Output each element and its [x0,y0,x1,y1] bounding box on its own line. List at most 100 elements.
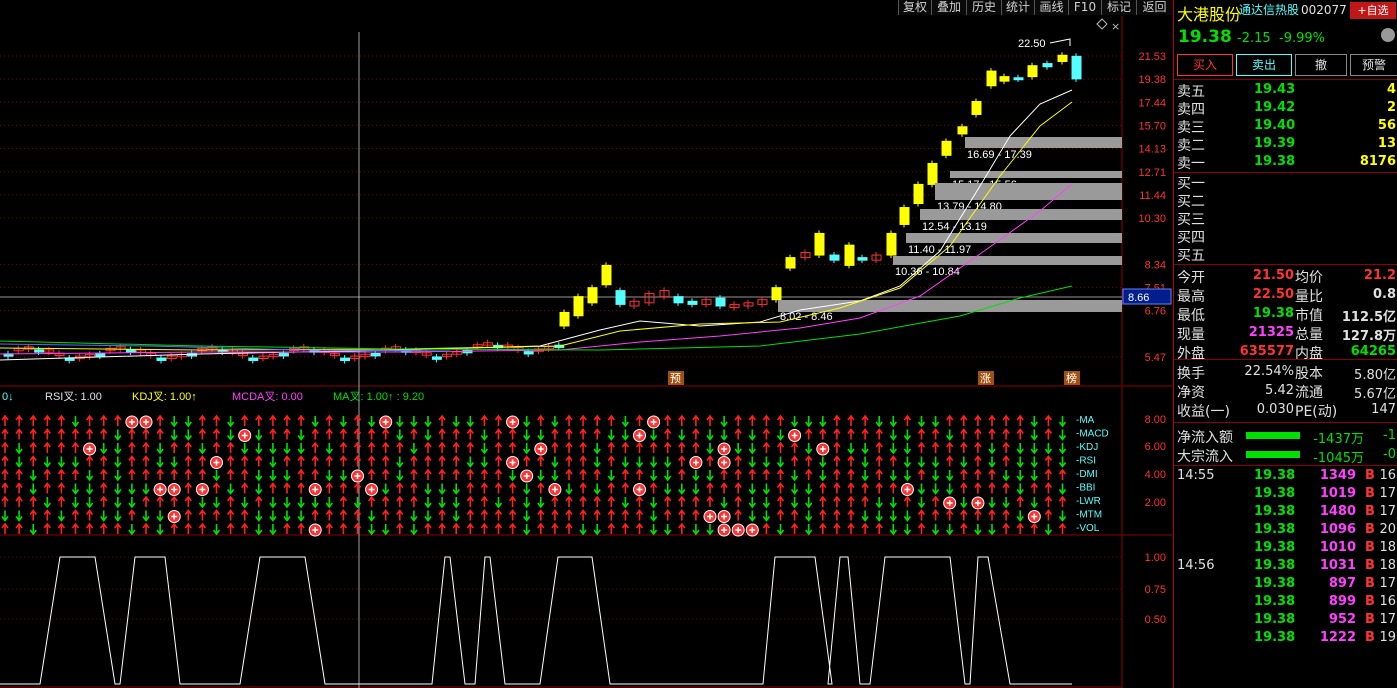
f10-button[interactable]: F10 [1068,0,1101,15]
signal-down-arrow-icon [71,497,80,509]
signal-down-arrow-icon [269,470,277,482]
signal-up-arrow-icon [452,428,460,440]
signal-up-arrow-icon [819,482,827,494]
tick-count: 16 [1379,594,1396,609]
signal-down-arrow-icon [523,443,531,455]
mark-button[interactable]: 标记 [1101,0,1136,15]
signal-up-arrow-icon [353,522,362,534]
tick-side: B [1365,486,1375,501]
tick-price: 19.38 [1254,540,1296,555]
candle [1027,65,1038,78]
signal-up-arrow-icon [607,482,615,494]
signal-up-arrow-icon [1016,522,1024,534]
tick-volume: 1019 [1319,486,1356,501]
draw-line-button[interactable]: 画线 [1034,0,1068,15]
signal-down-arrow-icon [198,497,207,509]
signal-up-arrow-icon [382,509,390,521]
signal-up-arrow-icon [664,441,672,453]
tick-side: B [1365,576,1375,591]
signal-up-arrow-icon [579,455,587,467]
signal-up-arrow-icon [1,495,9,507]
signal-up-arrow-icon [776,441,785,453]
alert-button[interactable]: 预警 [1350,54,1397,76]
signal-up-arrow-icon [678,468,686,480]
signal-up-arrow-icon [833,414,841,426]
signal-down-arrow-icon [438,497,446,509]
signal-up-arrow-icon [833,495,841,507]
signal-up-arrow-icon [790,455,799,467]
signal-up-arrow-icon [43,428,51,440]
signal-up-arrow-icon [946,441,954,453]
signal-up-arrow-icon [692,428,700,440]
history-button[interactable]: 历史 [966,0,1001,15]
tick-volume: 1096 [1319,522,1356,537]
signal-up-arrow-icon [494,468,503,480]
return-button[interactable]: 返回 [1136,0,1172,15]
signal-up-arrow-icon [790,441,799,453]
signal-up-arrow-icon [325,455,333,467]
candle [587,287,598,304]
signal-up-arrow-icon [241,522,249,534]
stat-value: 5.42 [1265,383,1294,398]
signal-down-arrow-icon [410,443,418,455]
statistics-button[interactable]: 统计 [1001,0,1034,15]
signal-up-arrow-icon [396,509,404,521]
signal-up-arrow-icon [537,482,545,494]
price-change: -2.15 [1237,31,1271,46]
signal-down-arrow-icon [1,510,9,522]
signal-up-arrow-icon [931,495,940,507]
signal-up-arrow-icon [960,468,968,480]
user-icon[interactable] [1381,28,1395,42]
signal-down-arrow-icon [1058,483,1067,495]
signal-up-arrow-icon [974,468,982,480]
cancel-order-button[interactable]: 撤 [1295,54,1347,76]
signal-up-arrow-icon [593,495,601,507]
signal-down-arrow-icon [424,416,432,428]
tick-count: 17 [1379,486,1396,501]
hot-stock-link[interactable]: 通达信热股 [1239,1,1299,18]
stat-label: 现量 [1177,327,1205,343]
signal-down-arrow-icon [621,456,630,468]
signal-up-arrow-icon [508,522,517,534]
signal-down-arrow-icon [71,416,80,428]
add-watchlist-button[interactable]: +自选 [1350,2,1396,19]
signal-up-arrow-icon [142,455,150,467]
signal-up-arrow-icon [466,495,474,507]
signal-down-arrow-icon [156,456,164,468]
signal-up-arrow-icon [71,509,80,521]
sell-button[interactable]: 卖出 [1236,54,1292,76]
signal-down-arrow-icon [748,443,756,455]
signal-down-arrow-icon [325,497,333,509]
signal-up-arrow-icon [621,468,630,480]
signal-up-arrow-icon [410,482,418,494]
signal-up-arrow-icon [861,522,869,534]
signal-up-arrow-icon [43,482,51,494]
signal-down-arrow-icon [931,524,940,536]
signal-up-arrow-icon [819,522,827,534]
signal-up-arrow-icon [565,522,573,534]
stat-label: 股本 [1295,366,1323,382]
buy-button[interactable]: 买入 [1177,54,1233,76]
support-zone-bar [935,183,1122,200]
kline-chart-area[interactable]: 21.53 19.38 17.44 15.70 14.13 12.71 11.44 10.30… [0,16,1172,688]
signal-up-arrow-icon [85,428,94,440]
signal-up-arrow-icon [339,482,348,494]
ask-label: 卖五 [1177,84,1205,100]
signal-up-arrow-icon [57,522,66,534]
signal-up-arrow-icon [114,522,122,534]
signal-up-arrow-icon [382,468,390,480]
signal-down-arrow-icon [988,456,996,468]
signal-up-arrow-icon [579,495,587,507]
signal-up-arrow-icon [43,522,51,534]
signal-up-arrow-icon [847,455,855,467]
restore-rights-button[interactable]: 复权 [898,0,931,15]
price-tick-label: 21.53 [1138,51,1166,63]
signal-down-arrow-icon [29,524,37,536]
signal-up-arrow-icon [100,522,108,534]
tick-side: B [1365,522,1375,537]
signal-down-arrow-icon [71,456,80,468]
signal-up-arrow-icon [438,522,446,534]
signal-up-arrow-icon [1030,482,1038,494]
support-zone-bar [965,137,1122,148]
overlay-button[interactable]: 叠加 [931,0,966,15]
